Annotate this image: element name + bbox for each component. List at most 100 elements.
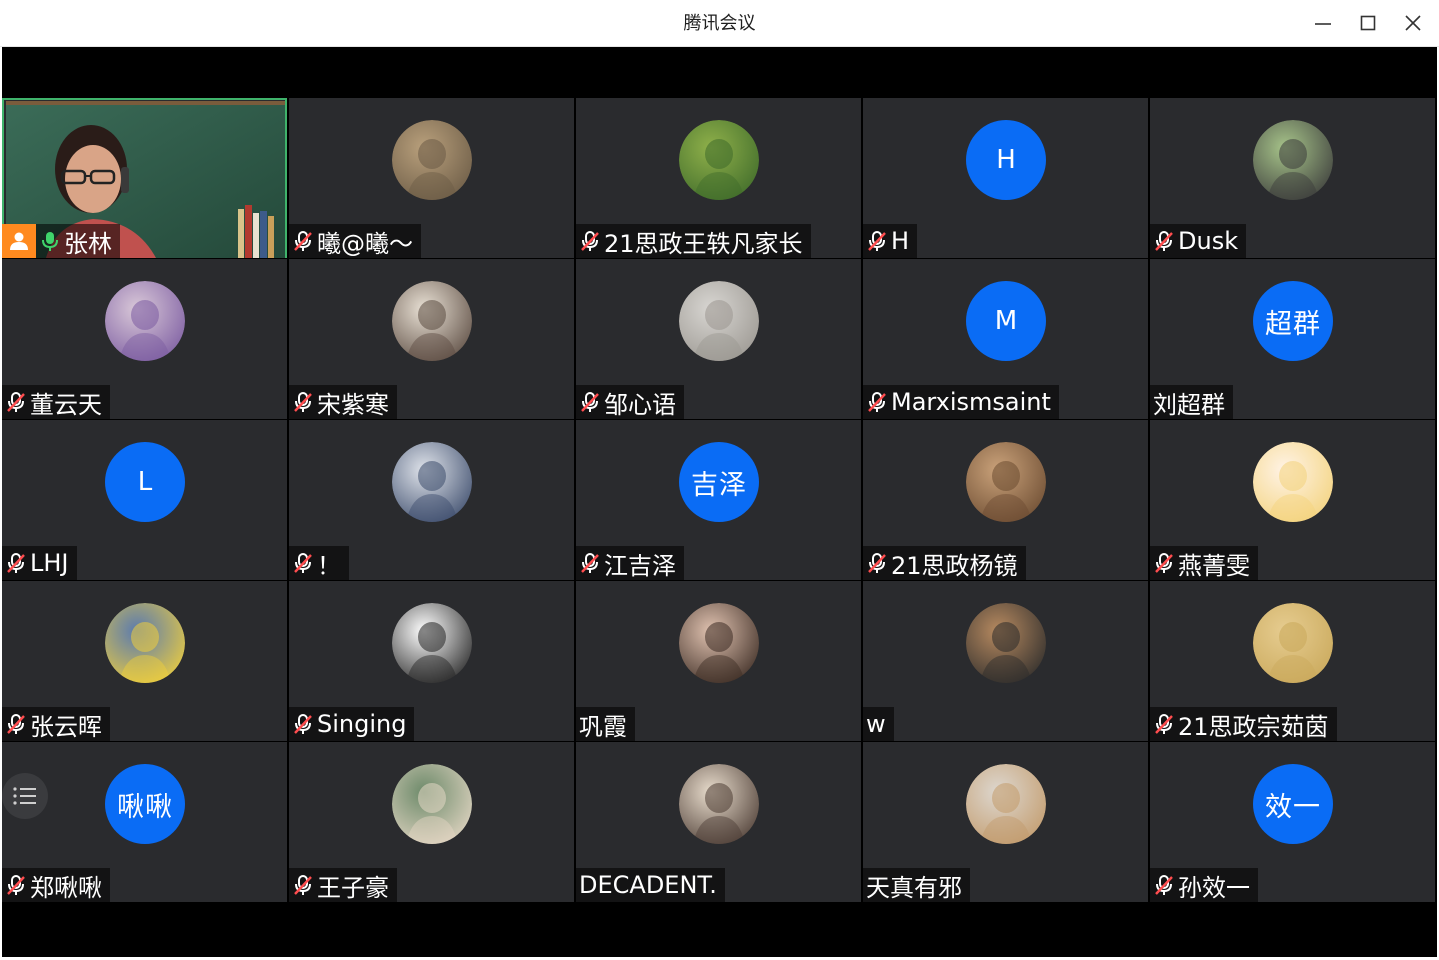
participant-tile[interactable]: 燕菁雯 <box>1150 420 1435 580</box>
participant-tile[interactable]: 邹心语 <box>576 259 861 419</box>
avatar-initials: 啾啾 <box>117 791 173 823</box>
participant-tile[interactable]: DECADENT. <box>576 742 861 902</box>
mic-muted-icon <box>1155 553 1173 573</box>
participant-tile[interactable]: 天真有邪 <box>863 742 1148 902</box>
avatar-image <box>679 120 759 200</box>
mic-muted-icon <box>581 231 599 251</box>
participant-tile[interactable]: 21思政杨镜 <box>863 420 1148 580</box>
participant-name-bar: H <box>863 224 918 258</box>
photo-avatar <box>1253 442 1333 522</box>
avatar-image <box>1253 442 1333 522</box>
participant-name: w <box>866 710 886 738</box>
participant-tile[interactable]: L LHJ <box>2 420 287 580</box>
avatar-initials: 吉泽 <box>691 469 747 501</box>
mic-on-icon <box>42 232 58 251</box>
letter-avatar: 超群 <box>1253 281 1333 361</box>
participant-tile[interactable]: HH <box>863 98 1148 258</box>
participant-name-bar: 孙效一 <box>1150 868 1258 902</box>
title-bar: 腾讯会议 <box>0 0 1439 47</box>
photo-avatar <box>966 442 1046 522</box>
participant-name: 宋紫寒 <box>317 390 389 419</box>
mic-muted-icon <box>868 231 886 251</box>
participant-tile[interactable]: Dusk <box>1150 98 1435 258</box>
photo-avatar <box>679 603 759 683</box>
close-button[interactable] <box>1396 8 1430 38</box>
participant-name-bar: Singing <box>289 707 415 741</box>
participant-tile[interactable]: 超群 刘超群 <box>1150 259 1435 419</box>
list-menu-icon <box>13 787 36 805</box>
participant-tile[interactable]: 巩霞 <box>576 581 861 741</box>
mic-muted-icon <box>7 553 25 573</box>
letter-avatar: M <box>966 281 1046 361</box>
participant-tile[interactable]: ！ <box>289 420 574 580</box>
participant-name-bar: 董云天 <box>2 385 110 419</box>
avatar-image <box>966 764 1046 844</box>
participant-tile[interactable]: 张云晖 <box>2 581 287 741</box>
participant-name-bar: 21思政宗茹茵 <box>1150 707 1337 741</box>
participant-name-bar: ！ <box>289 546 349 580</box>
participant-name: 江吉泽 <box>604 551 676 580</box>
participant-name: 孙效一 <box>1178 873 1250 902</box>
participant-tile[interactable]: 21思政王轶凡家长 <box>576 98 861 258</box>
mic-muted-icon <box>1155 714 1173 734</box>
photo-avatar <box>966 603 1046 683</box>
participant-name-bar: 天真有邪 <box>863 868 970 902</box>
avatar-image <box>1253 120 1333 200</box>
participant-name-bar: 21思政王轶凡家长 <box>576 224 811 258</box>
photo-avatar <box>105 281 185 361</box>
participant-tile[interactable]: M Marxismsaint <box>863 259 1148 419</box>
photo-avatar <box>679 120 759 200</box>
participant-tile[interactable]: 董云天 <box>2 259 287 419</box>
mic-muted-icon <box>7 714 25 734</box>
avatar-initials: M <box>994 306 1018 336</box>
participant-tile[interactable]: 宋紫寒 <box>289 259 574 419</box>
participant-list-button[interactable] <box>2 773 48 819</box>
participant-tile[interactable]: w <box>863 581 1148 741</box>
avatar-image <box>392 281 472 361</box>
photo-avatar <box>392 603 472 683</box>
participant-name: H <box>891 227 910 255</box>
participant-name: 天真有邪 <box>866 873 962 902</box>
participant-name-bar: 宋紫寒 <box>289 385 397 419</box>
participant-tile[interactable]: 啾啾郑啾啾 <box>2 742 287 902</box>
host-person-icon <box>2 224 36 258</box>
participant-tile[interactable]: Singing <box>289 581 574 741</box>
top-letterbox <box>2 47 1437 98</box>
avatar-image <box>392 442 472 522</box>
photo-avatar <box>392 120 472 200</box>
photo-avatar <box>392 281 472 361</box>
participant-name: Marxismsaint <box>891 388 1051 416</box>
participant-name: 郑啾啾 <box>30 873 102 902</box>
avatar-image <box>679 603 759 683</box>
participant-name: DECADENT. <box>579 871 717 899</box>
minimize-button[interactable] <box>1306 8 1340 38</box>
participant-tile[interactable]: 效一 孙效一 <box>1150 742 1435 902</box>
participant-name: 张林 <box>64 229 112 258</box>
photo-avatar <box>966 764 1046 844</box>
participant-name: 曦@曦～ <box>317 229 413 258</box>
participant-tile[interactable]: 21思政宗茹茵 <box>1150 581 1435 741</box>
participant-name-bar: 曦@曦～ <box>289 224 421 258</box>
participant-tile[interactable]: 吉泽江吉泽 <box>576 420 861 580</box>
photo-avatar <box>392 764 472 844</box>
participant-name-bar: 燕菁雯 <box>1150 546 1258 580</box>
participant-name: 21思政杨镜 <box>891 551 1018 580</box>
participant-tile[interactable]: 曦@曦～ <box>289 98 574 258</box>
avatar-image <box>966 603 1046 683</box>
participant-name: Singing <box>317 710 407 738</box>
participant-name: 董云天 <box>30 390 102 419</box>
participant-name: ！ <box>317 551 341 580</box>
letter-avatar: H <box>966 120 1046 200</box>
participant-name-bar: 张云晖 <box>2 707 110 741</box>
avatar-initials: H <box>996 145 1016 175</box>
participant-name-bar: 王子豪 <box>289 868 397 902</box>
avatar-image <box>966 442 1046 522</box>
host-video-tile[interactable]: 张林 <box>2 98 287 258</box>
minimize-icon <box>1315 23 1331 25</box>
avatar-image <box>679 764 759 844</box>
participant-tile[interactable]: 王子豪 <box>289 742 574 902</box>
avatar-image <box>679 281 759 361</box>
participant-name: Dusk <box>1178 227 1239 255</box>
participant-name-bar: Marxismsaint <box>863 385 1059 419</box>
maximize-button[interactable] <box>1351 8 1385 38</box>
